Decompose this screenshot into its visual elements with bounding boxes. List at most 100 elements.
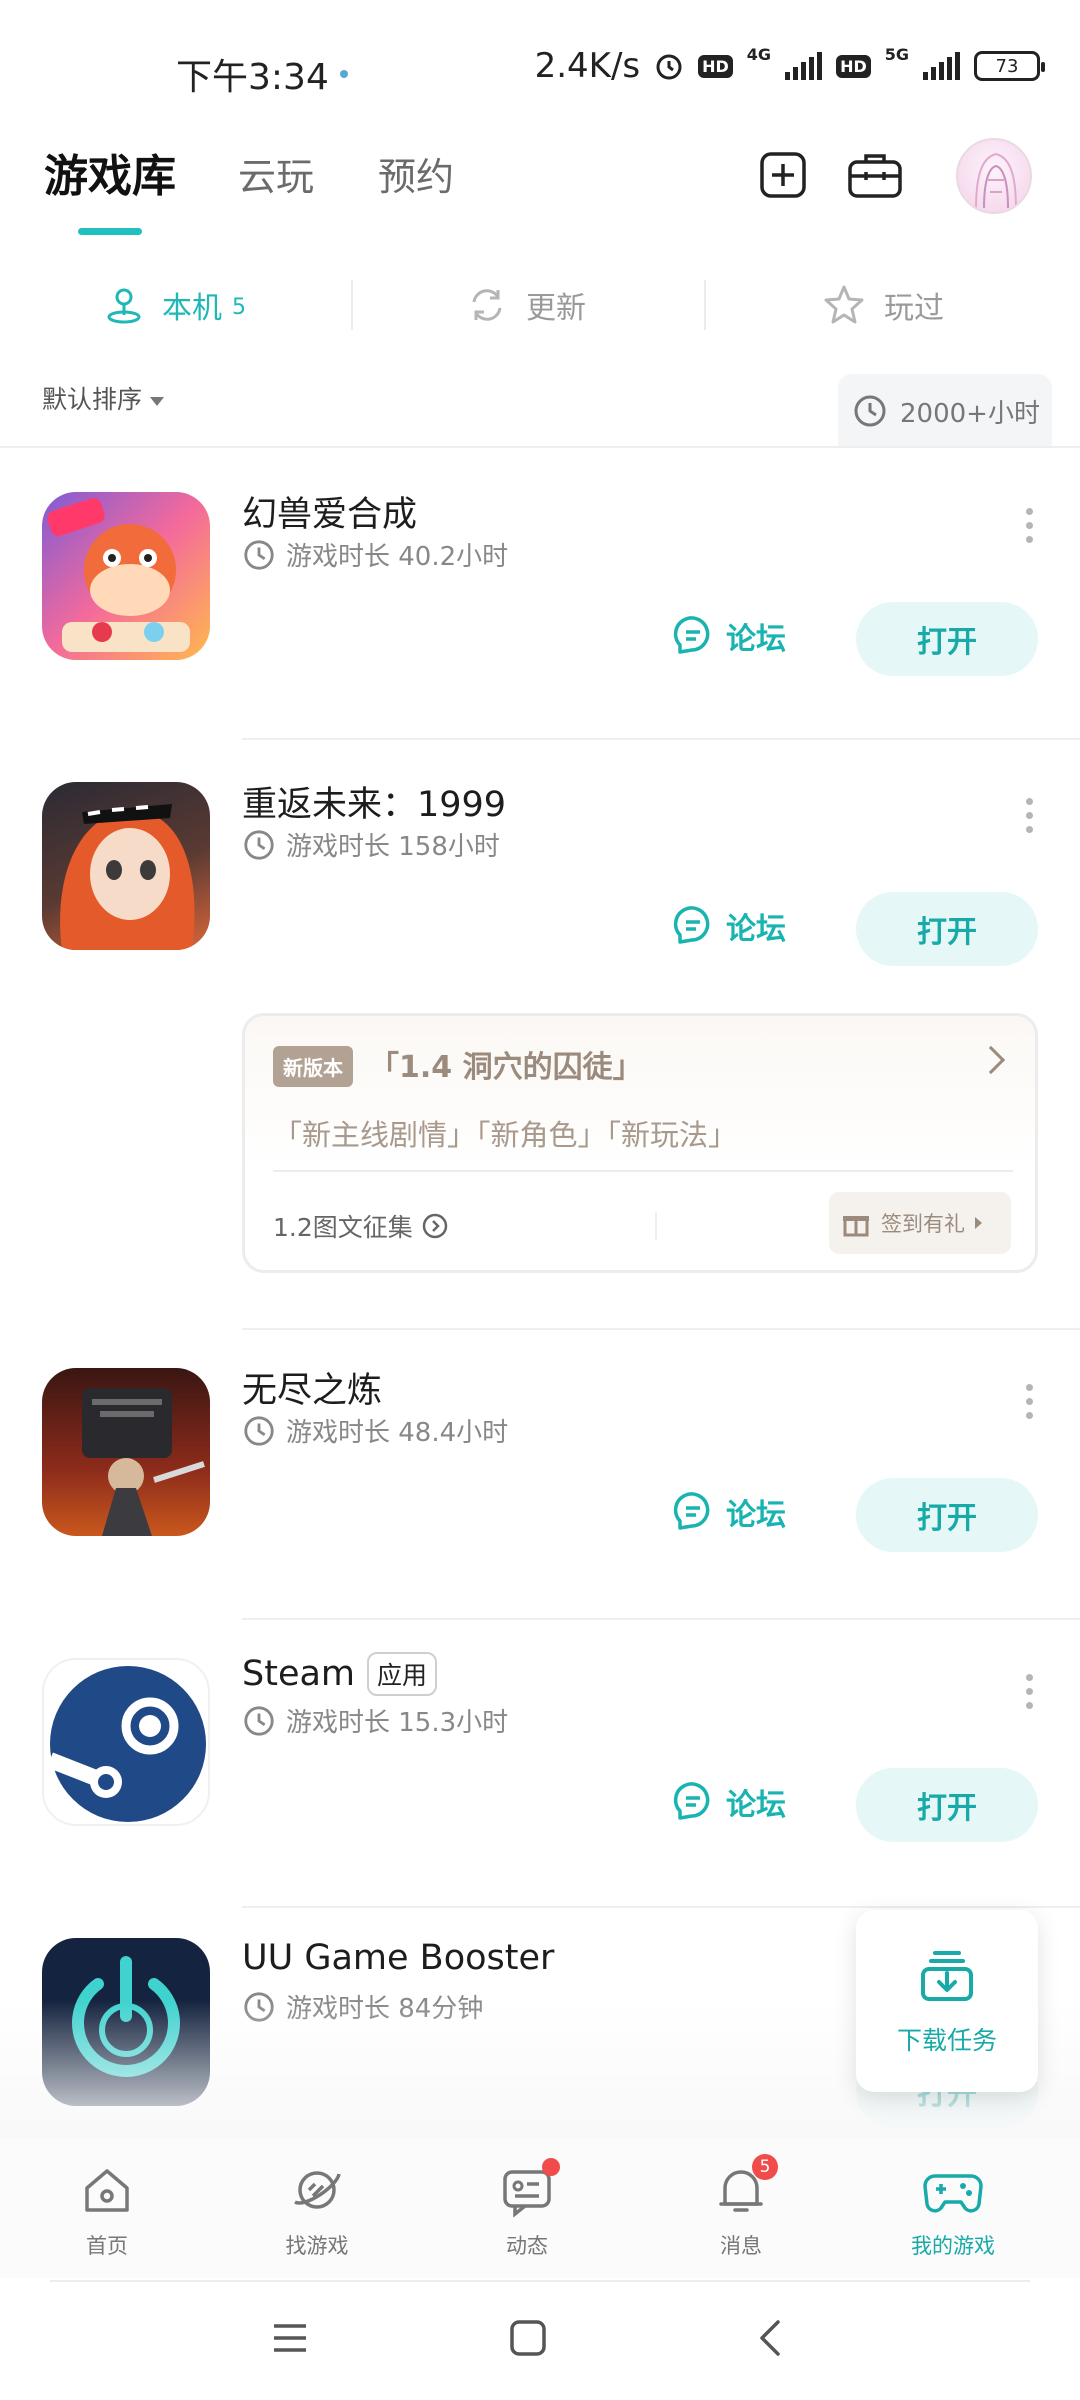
nav-activity[interactable]: 动态 [452, 2158, 602, 2260]
network-type-2: 5G [884, 44, 909, 64]
download-tasks-button[interactable]: 下载任务 [856, 1910, 1038, 2092]
back-icon[interactable] [752, 2318, 792, 2358]
app-tag: 应用 [367, 1652, 438, 1696]
total-hours-chip[interactable]: 2000+小时 [838, 374, 1052, 448]
hd-badge-1: HD [698, 54, 733, 78]
system-navigation-bar [0, 2284, 1080, 2400]
alarm-icon [656, 54, 682, 80]
game-title: 幻兽爱合成 [242, 495, 418, 535]
game-icon[interactable] [42, 492, 210, 660]
game-playtime: 游戏时长 158小时 [242, 826, 500, 863]
nav-divider [50, 2280, 1030, 2282]
sort-label: 默认排序 [42, 385, 143, 414]
net-speed: 2.4K/s [534, 46, 641, 86]
network-type-1: 4G [746, 44, 772, 64]
game-title: Steam 应用 [242, 1652, 438, 1696]
forum-button[interactable]: 论坛 [672, 1780, 786, 1824]
card-divider [273, 1170, 1013, 1172]
open-game-button[interactable]: 打开 [856, 892, 1038, 966]
clock-icon [854, 395, 886, 427]
sort-dropdown[interactable]: 默认排序 [42, 380, 165, 416]
chevron-right-icon[interactable] [976, 1045, 1006, 1075]
top-tab-bar: 游戏库 云玩 预约 [0, 140, 1080, 250]
list-divider [242, 1906, 1080, 1908]
game-playtime: 游戏时长 48.4小时 [242, 1412, 508, 1449]
signal-icon-1 [785, 52, 823, 80]
list-divider [0, 446, 1080, 448]
status-time: 下午3:34 [176, 57, 329, 98]
battery-icon: 73 [974, 51, 1045, 81]
list-divider [242, 1618, 1080, 1620]
warrior-icon [82, 1388, 205, 1536]
clock-icon [244, 1415, 274, 1446]
hd-badge-2: HD [836, 54, 871, 78]
tab-game-library[interactable]: 游戏库 [44, 140, 176, 204]
event-link[interactable]: 1.2图文征集 [273, 1208, 449, 1244]
filter-tab-local-label: 本机 [162, 291, 222, 326]
forum-icon [673, 616, 710, 654]
list-divider [242, 738, 1080, 740]
update-subtitle: 「新主线剧情」「新角色」「新玩法」 [273, 1118, 738, 1152]
tab-cloud-play[interactable]: 云玩 [238, 146, 314, 201]
game-icon[interactable] [42, 782, 210, 950]
circle-arrow-icon [422, 1213, 448, 1239]
forum-icon [673, 1782, 710, 1820]
filter-tab-update-label: 更新 [526, 291, 586, 326]
home-square-icon[interactable] [508, 2318, 548, 2358]
planet-icon [294, 2171, 341, 2209]
open-game-button[interactable]: 打开 [856, 1478, 1038, 1552]
open-game-button[interactable]: 打开 [856, 602, 1038, 676]
sort-row: 默认排序 2000+小时 [0, 360, 1080, 448]
clock-icon [244, 539, 274, 570]
clock-icon [244, 1705, 274, 1736]
tab-reservation[interactable]: 预约 [378, 146, 454, 201]
total-hours: 2000+小时 [900, 398, 1040, 429]
character-portrait-icon [60, 804, 195, 950]
open-game-button[interactable]: 打开 [856, 1768, 1038, 1842]
toolbox-icon[interactable] [846, 150, 904, 200]
nav-my-games[interactable]: 我的游戏 [878, 2162, 1028, 2260]
filter-tab-played-label: 玩过 [884, 291, 944, 326]
clock-icon [244, 829, 274, 860]
forum-icon [673, 906, 710, 944]
game-title: 重返未来：1999 [242, 785, 507, 825]
dragon-icon [47, 498, 190, 652]
menu-icon[interactable] [270, 2318, 310, 2358]
forum-button[interactable]: 论坛 [672, 904, 786, 948]
forum-button[interactable]: 论坛 [672, 1490, 786, 1534]
arrow-right-icon [975, 1217, 982, 1229]
more-options-icon[interactable] [1024, 1384, 1034, 1419]
activity-unread-dot [542, 2158, 560, 2176]
more-options-icon[interactable] [1024, 508, 1034, 543]
more-options-icon[interactable] [1024, 1674, 1034, 1709]
download-tasks-label: 下载任务 [896, 2026, 997, 2055]
status-bar: 下午3:34 2.4K/s HD 4G HD 5G 73 [0, 0, 1080, 140]
game-icon[interactable] [42, 1368, 210, 1536]
sign-in-gift-button[interactable]: 签到有礼 [829, 1192, 1011, 1254]
filter-tab-local[interactable]: 本机 5 [104, 272, 246, 338]
steam-logo-icon [47, 1666, 206, 1822]
more-options-icon[interactable] [1024, 798, 1034, 833]
dropdown-arrow-icon [150, 396, 165, 406]
nav-messages[interactable]: 消息 5 [666, 2154, 816, 2260]
gamepad-icon [923, 2174, 983, 2213]
nav-find-games[interactable]: 找游戏 [242, 2162, 392, 2260]
new-version-tag: 新版本 [273, 1046, 353, 1087]
list-divider [242, 1328, 1080, 1330]
update-card[interactable]: 新版本 「1.4 洞穴的囚徒」 「新主线剧情」「新角色」「新玩法」 1.2图文征… [242, 1013, 1038, 1273]
star-icon [824, 285, 864, 324]
filter-tab-played[interactable]: 玩过 [822, 272, 944, 338]
forum-button[interactable]: 论坛 [672, 614, 786, 658]
filter-tab-update[interactable]: 更新 [466, 272, 586, 338]
nav-home[interactable]: 首页 [32, 2162, 182, 2260]
game-title: UU Game Booster [242, 1938, 555, 1978]
home-icon [85, 2169, 129, 2212]
add-game-icon[interactable] [758, 150, 808, 200]
steam-app-icon[interactable] [42, 1658, 210, 1826]
tab-separator [704, 280, 706, 330]
active-tab-indicator [78, 228, 142, 235]
update-title: 「1.4 洞穴的囚徒」 [369, 1050, 643, 1085]
forum-icon [673, 1492, 710, 1530]
user-avatar[interactable] [956, 138, 1032, 214]
notification-dot [340, 70, 348, 78]
